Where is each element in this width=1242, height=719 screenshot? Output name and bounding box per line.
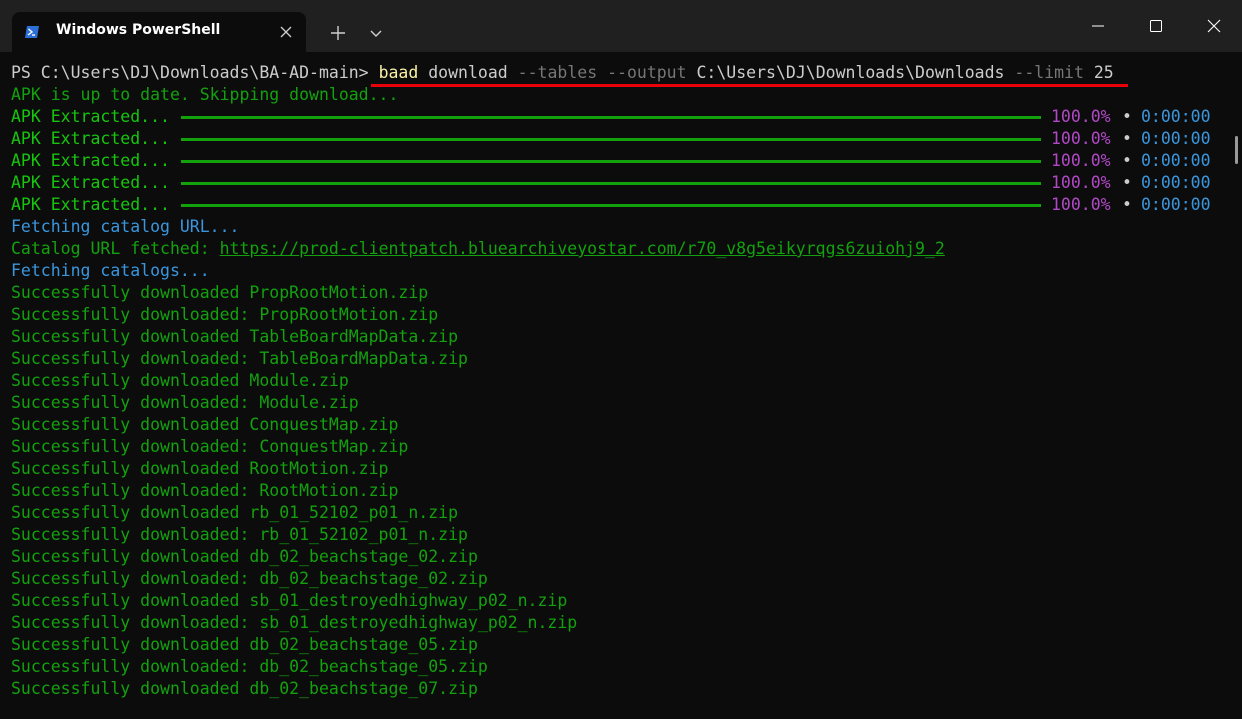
progress-percent: 100.0% (1051, 129, 1111, 148)
download-line: Successfully downloaded PropRootMotion.z… (11, 283, 429, 302)
command-limit-value: 25 (1083, 63, 1114, 82)
download-line: Successfully downloaded: PropRootMotion.… (11, 305, 439, 324)
progress-separator: • (1122, 151, 1132, 170)
download-line: Successfully downloaded: db_02_beachstag… (11, 657, 488, 676)
tab-windows-powershell[interactable]: Windows PowerShell (12, 12, 306, 52)
progress-label: APK Extracted... (11, 195, 170, 214)
close-icon[interactable] (276, 22, 296, 42)
close-icon (1207, 19, 1221, 33)
progress-separator: • (1122, 173, 1132, 192)
title-bar[interactable]: Windows PowerShell (0, 0, 1242, 52)
progress-bar (181, 116, 1041, 119)
command-space (597, 63, 607, 82)
download-line: Successfully downloaded: Module.zip (11, 393, 359, 412)
maximize-icon (1150, 20, 1162, 32)
progress-label: APK Extracted... (11, 129, 170, 148)
progress-separator: • (1122, 107, 1132, 126)
minimize-icon (1092, 25, 1104, 27)
scrollbar[interactable] (1232, 52, 1242, 719)
command-output-path: C:\Users\DJ\Downloads\Downloads (686, 63, 1015, 82)
download-line: Successfully downloaded RootMotion.zip (11, 459, 389, 478)
download-line: Successfully downloaded: db_02_beachstag… (11, 569, 488, 588)
progress-label: APK Extracted... (11, 151, 170, 170)
progress-bar (181, 138, 1041, 141)
command-flag-tables: --tables (517, 63, 598, 82)
catalog-fetched-label: Catalog URL fetched: (11, 239, 220, 258)
download-line: Successfully downloaded db_02_beachstage… (11, 547, 478, 566)
command-flag-limit: --limit (1014, 63, 1084, 82)
fetching-catalogs-line: Fetching catalogs... (11, 261, 210, 280)
window-close-button[interactable] (1186, 0, 1242, 52)
download-line: Successfully downloaded: TableBoardMapDa… (11, 349, 468, 368)
catalog-fetched-line: Catalog URL fetched: https://prod-client… (11, 238, 945, 260)
progress-time: 0:00:00 (1141, 173, 1211, 192)
progress-time: 0:00:00 (1141, 195, 1211, 214)
powershell-icon (24, 24, 40, 40)
progress-label: APK Extracted... (11, 107, 170, 126)
chevron-down-icon (370, 30, 382, 37)
progress-bar (181, 160, 1041, 163)
download-line: Successfully downloaded: RootMotion.zip (11, 481, 399, 500)
command-name: baad (378, 63, 419, 82)
progress-time: 0:00:00 (1141, 107, 1211, 126)
command-flag-output: --output (607, 63, 687, 82)
progress-time: 0:00:00 (1141, 129, 1211, 148)
download-line: Successfully downloaded Module.zip (11, 371, 349, 390)
download-line: Successfully downloaded db_02_beachstage… (11, 679, 478, 698)
progress-time: 0:00:00 (1141, 151, 1211, 170)
powershell-window: Windows PowerShell PS C:\Users\DJ\Downlo… (0, 0, 1242, 719)
download-line: Successfully downloaded: rb_01_52102_p01… (11, 525, 468, 544)
progress-separator: • (1122, 195, 1132, 214)
download-line: Successfully downloaded sb_01_destroyedh… (11, 591, 568, 610)
prompt-path: PS C:\Users\DJ\Downloads\BA-AD-main> (11, 63, 379, 82)
progress-bar (181, 204, 1041, 207)
progress-separator: • (1122, 129, 1132, 148)
minimize-button[interactable] (1070, 0, 1126, 52)
progress-percent: 100.0% (1051, 107, 1111, 126)
download-line: Successfully downloaded ConquestMap.zip (11, 415, 399, 434)
progress-percent: 100.0% (1051, 195, 1111, 214)
maximize-button[interactable] (1128, 0, 1184, 52)
download-line: Successfully downloaded: sb_01_destroyed… (11, 613, 578, 632)
tab-dropdown-button[interactable] (362, 20, 390, 46)
command-arg: download (418, 63, 518, 82)
tab-title: Windows PowerShell (56, 22, 221, 38)
plus-icon (331, 26, 345, 40)
download-line: Successfully downloaded db_02_beachstage… (11, 635, 478, 654)
progress-bar (181, 182, 1041, 185)
terminal-output[interactable]: PS C:\Users\DJ\Downloads\BA-AD-main> baa… (0, 52, 1232, 719)
progress-percent: 100.0% (1051, 151, 1111, 170)
fetching-catalog-url-line: Fetching catalog URL... (11, 217, 240, 236)
apk-status-line: APK is up to date. Skipping download... (11, 85, 399, 104)
scrollbar-thumb[interactable] (1235, 136, 1238, 164)
prompt-line: PS C:\Users\DJ\Downloads\BA-AD-main> baa… (11, 62, 1114, 84)
download-line: Successfully downloaded rb_01_52102_p01_… (11, 503, 459, 522)
new-tab-button[interactable] (318, 20, 358, 46)
command-highlight-underline (371, 84, 1128, 87)
download-line: Successfully downloaded: ConquestMap.zip (11, 437, 409, 456)
catalog-url-link[interactable]: https://prod-clientpatch.bluearchiveyost… (220, 239, 945, 258)
download-line: Successfully downloaded TableBoardMapDat… (11, 327, 459, 346)
progress-percent: 100.0% (1051, 173, 1111, 192)
progress-label: APK Extracted... (11, 173, 170, 192)
